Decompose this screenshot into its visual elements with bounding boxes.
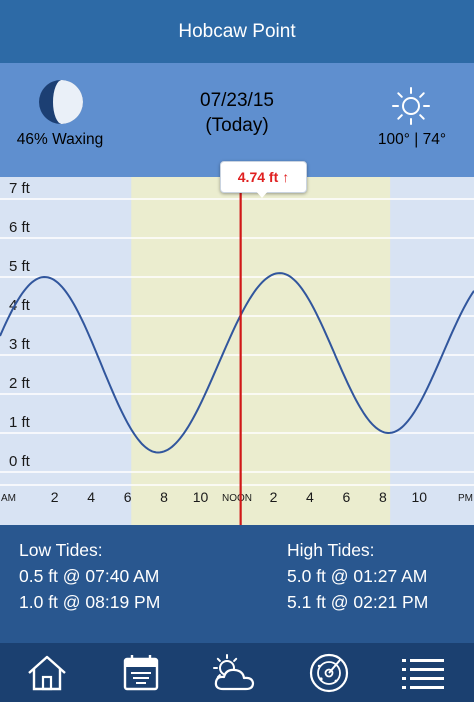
home-icon xyxy=(28,655,66,690)
high-tide-entry: 5.1 ft @ 02:21 PM xyxy=(287,592,429,612)
x-tick-label: 4 xyxy=(87,489,95,505)
tide-chart-svg: 0 ft1 ft2 ft3 ft4 ft5 ft6 ft7 ftAM 2 4 6 8 10… xyxy=(0,177,474,525)
date-relative: (Today) xyxy=(205,115,269,136)
app: Hobcaw Point 46% Waxing 07/23/15 (Today)… xyxy=(0,0,474,702)
y-tick-label: 2 ft xyxy=(9,375,31,392)
moon-phase-label: 46% Waxing xyxy=(16,131,104,148)
badge-pointer xyxy=(255,190,269,198)
radar-icon xyxy=(309,653,349,692)
location-title-bar: Hobcaw Point xyxy=(0,0,474,63)
menu-list-icon xyxy=(402,658,444,689)
bottom-nav xyxy=(0,643,474,702)
temperature-range: 100° | 74° xyxy=(377,131,447,148)
x-tick-label: 6 xyxy=(124,489,132,505)
x-tick-label: PM xyxy=(458,493,473,504)
calendar-icon xyxy=(123,654,159,690)
y-tick-label: 0 ft xyxy=(9,453,31,470)
high-tides: High Tides: 5.0 ft @ 01:27 AM 5.1 ft @ 0… xyxy=(287,537,428,615)
x-tick-label: 2 xyxy=(51,489,59,505)
x-tick-label: 4 xyxy=(306,489,314,505)
nav-weather-button[interactable] xyxy=(188,643,282,702)
y-tick-label: 5 ft xyxy=(9,258,31,275)
low-tides: Low Tides: 0.5 ft @ 07:40 AM 1.0 ft @ 08… xyxy=(19,537,160,615)
date-display[interactable]: 07/23/15 (Today) xyxy=(150,88,324,138)
low-tide-entry: 1.0 ft @ 08:19 PM xyxy=(19,592,161,612)
x-tick-label: 10 xyxy=(193,489,209,505)
x-tick-label: 6 xyxy=(342,489,350,505)
current-tide-badge: 4.74 ft ↑ xyxy=(220,161,307,193)
y-tick-label: 6 ft xyxy=(9,219,31,236)
nav-home-button[interactable] xyxy=(0,643,94,702)
high-tide-entry: 5.0 ft @ 01:27 AM xyxy=(287,566,428,586)
low-tide-entry: 0.5 ft @ 07:40 AM xyxy=(19,566,160,586)
low-tides-heading: Low Tides: xyxy=(19,540,103,560)
x-tick-label: NOON xyxy=(222,493,252,504)
nav-menu-button[interactable] xyxy=(376,643,470,702)
y-tick-label: 3 ft xyxy=(9,336,31,353)
location-title: Hobcaw Point xyxy=(178,20,296,42)
x-tick-label: 8 xyxy=(379,489,387,505)
current-tide-value: 4.74 ft xyxy=(237,169,279,185)
y-tick-label: 7 ft xyxy=(9,180,31,197)
moon-phase-icon xyxy=(39,80,83,124)
weather-cloud-icon xyxy=(213,653,255,690)
x-tick-label: 8 xyxy=(160,489,168,505)
date-value: 07/23/15 xyxy=(200,90,274,111)
high-tides-heading: High Tides: xyxy=(287,540,375,560)
x-tick-label: 2 xyxy=(270,489,278,505)
x-tick-label: 10 xyxy=(412,489,428,505)
sun-icon xyxy=(391,86,431,126)
x-tick-label: AM xyxy=(1,493,16,504)
nav-radar-button[interactable] xyxy=(282,643,376,702)
rising-arrow-icon: ↑ xyxy=(282,169,290,185)
y-tick-label: 1 ft xyxy=(9,414,31,431)
nav-calendar-button[interactable] xyxy=(94,643,188,702)
tide-chart[interactable]: 0 ft 1 ft 2 ft 3 ft 4 ft 5 ft 6 ft 7 ft AM 2 4 6 8 10… xyxy=(0,177,474,525)
tide-summary: Low Tides: 0.5 ft @ 07:40 AM 1.0 ft @ 08… xyxy=(0,525,474,643)
